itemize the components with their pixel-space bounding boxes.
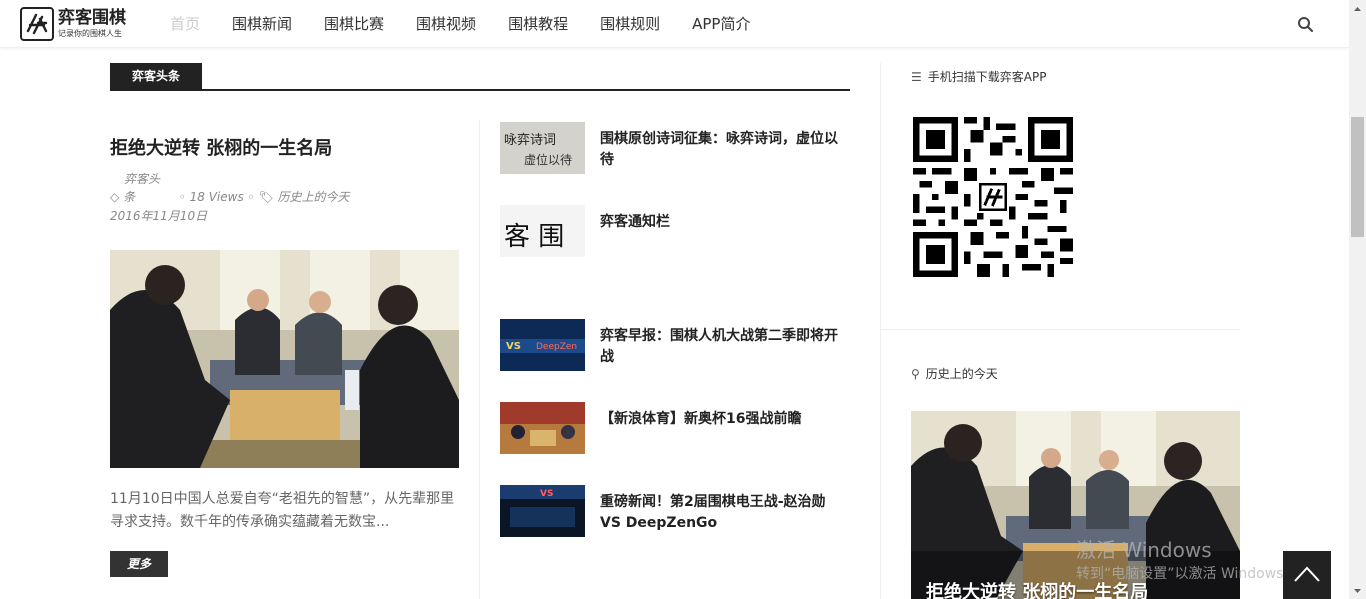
svg-text:VS: VS [506, 341, 521, 352]
page: 弈客围棋 记录你的围棋人生 首页 围棋新闻 围棋比赛 围棋视频 围棋教程 围棋规… [0, 0, 1366, 599]
nav-item-matches[interactable]: 围棋比赛 [324, 0, 384, 48]
chevron-up-icon [1294, 566, 1320, 582]
pin-icon: ⚲ [911, 367, 920, 381]
svg-text:DeepZen: DeepZen [536, 342, 577, 352]
logo-subtitle: 记录你的围棋人生 [58, 29, 122, 38]
list-thumbnail[interactable]: 客 围弈客围棋 [500, 205, 585, 257]
meta-author[interactable]: 弈客头 [124, 170, 160, 189]
list-thumbnail[interactable]: VS DeepZen [500, 319, 585, 371]
site-logo[interactable]: 弈客围棋 记录你的围棋人生 [20, 7, 126, 41]
section-tab-headlines[interactable]: 弈客头条 [110, 63, 202, 89]
column-divider [479, 120, 480, 599]
list-title[interactable]: 重磅新闻！第2届围棋电王战-赵治勋 VS DeepZenGo [600, 492, 850, 534]
logo-icon [20, 7, 54, 41]
dot-separator-icon: ◦ [178, 190, 186, 204]
svg-text:VS: VS [540, 489, 553, 499]
watermark-line1: 激活 Windows [1076, 538, 1212, 562]
nav-item-videos[interactable]: 围棋视频 [416, 0, 476, 48]
nav-item-home[interactable]: 首页 [170, 0, 200, 48]
list-title[interactable]: 弈客早报：围棋人机大战第二季即将开战 [600, 326, 850, 368]
scroll-up-arrow-icon[interactable] [1349, 0, 1366, 17]
meta-date: 2016年11月10日 [110, 209, 208, 223]
watermark-line2: 转到“电脑设置”以激活 Windows。 [1076, 566, 1298, 582]
site-header: 弈客围棋 记录你的围棋人生 首页 围棋新闻 围棋比赛 围棋视频 围棋教程 围棋规… [0, 0, 1349, 48]
app-qr-code [913, 117, 1073, 277]
list-item[interactable]: 咏弈诗词虚位以待 围棋原创诗词征集：咏弈诗词，虚位以待 [500, 122, 850, 176]
list-item[interactable]: VS 重磅新闻！第2届围棋电王战-赵治勋 VS DeepZenGo [500, 485, 850, 539]
page-scrollbar[interactable] [1349, 0, 1366, 599]
meta-author-cont[interactable]: 条 [123, 190, 135, 204]
featured-title[interactable]: 拒绝大逆转 张栩的一生名局 [110, 134, 332, 160]
list-title[interactable]: 【新浪体育】新奥杯16强战前瞻 [600, 409, 850, 430]
list-item[interactable]: 【新浪体育】新奥杯16强战前瞻 [500, 402, 850, 456]
svg-text:咏弈诗词: 咏弈诗词 [504, 132, 556, 148]
back-to-top-button[interactable] [1283, 551, 1331, 599]
author-icon: ◇ [110, 190, 120, 204]
list-item[interactable]: 客 围弈客围棋 弈客通知栏 [500, 205, 850, 259]
svg-text:虚位以待: 虚位以待 [524, 152, 572, 167]
section-header: 弈客头条 [110, 63, 850, 91]
search-icon[interactable] [1297, 16, 1314, 33]
nav-item-app[interactable]: APP简介 [692, 0, 750, 48]
list-item[interactable]: VS DeepZen 弈客早报：围棋人机大战第二季即将开战 [500, 319, 850, 373]
scroll-down-arrow-icon[interactable] [1349, 582, 1366, 599]
windows-activation-watermark: 激活 Windows 转到“电脑设置”以激活 Windows。 [1076, 538, 1297, 584]
meta-category[interactable]: 历史上的今天 [278, 190, 350, 204]
list-thumbnail[interactable]: 咏弈诗词虚位以待 [500, 122, 585, 174]
read-more-button[interactable]: 更多 [110, 551, 168, 577]
featured-excerpt: 11月10日中国人总爱自夸“老祖先的智慧”，从先辈那里寻求支持。数千年的传承确实… [110, 491, 455, 530]
list-thumbnail[interactable] [500, 402, 585, 454]
nav-item-news[interactable]: 围棋新闻 [232, 0, 292, 48]
nav-item-rules[interactable]: 围棋规则 [600, 0, 660, 48]
list-icon: ☰ [911, 70, 922, 84]
app-widget-title: ☰ 手机扫描下载弈客APP [911, 70, 1047, 84]
featured-image[interactable] [110, 250, 459, 468]
logo-title: 弈客围棋 [58, 8, 126, 28]
tag-icon: 🏷 [258, 190, 274, 204]
nav-item-tutorials[interactable]: 围棋教程 [508, 0, 568, 48]
main-nav: 首页 围棋新闻 围棋比赛 围棋视频 围棋教程 围棋规则 APP简介 [170, 0, 782, 48]
dot-separator-icon: ◦ [247, 190, 255, 204]
svg-text:客 围: 客 围 [504, 222, 564, 252]
sidebar-divider [880, 63, 881, 599]
scrollbar-thumb[interactable] [1351, 117, 1364, 237]
list-thumbnail[interactable]: VS [500, 485, 585, 537]
meta-views: 18 Views [189, 190, 244, 204]
history-widget-title: ⚲ 历史上的今天 [911, 367, 998, 381]
list-title[interactable]: 弈客通知栏 [600, 212, 850, 233]
list-title[interactable]: 围棋原创诗词征集：咏弈诗词，虚位以待 [600, 129, 850, 171]
sidebar-separator [880, 329, 1240, 330]
